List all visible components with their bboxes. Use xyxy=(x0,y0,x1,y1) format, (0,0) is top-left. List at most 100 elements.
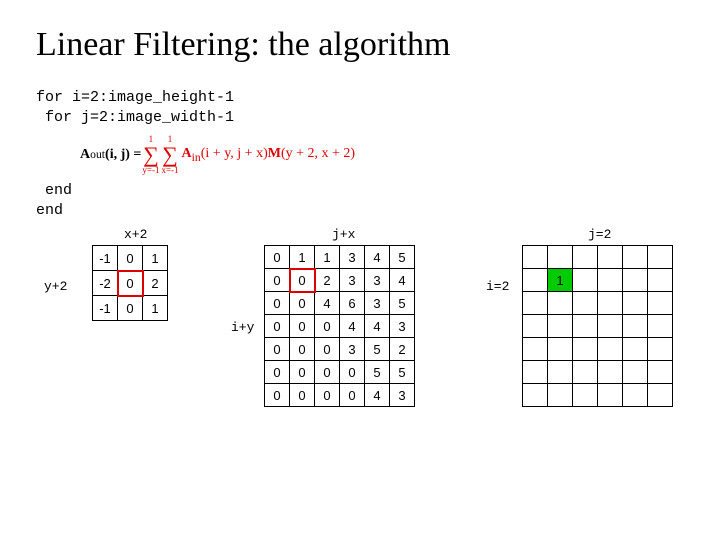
code-line-3: end xyxy=(36,182,72,199)
output-cell xyxy=(648,292,673,315)
image-cell: 4 xyxy=(365,315,390,338)
output-cell xyxy=(573,269,598,292)
output-cell xyxy=(648,361,673,384)
image-cell: 0 xyxy=(290,384,315,407)
kernel-grid: -101 -202 -101 xyxy=(92,245,168,321)
image-cell: 4 xyxy=(390,269,415,292)
kernel-cell: 1 xyxy=(143,246,168,271)
output-cell xyxy=(623,315,648,338)
image-cell: 3 xyxy=(340,246,365,269)
image-cell: 0 xyxy=(265,361,290,384)
output-cell xyxy=(523,292,548,315)
output-cell xyxy=(648,246,673,269)
image-cell: 5 xyxy=(365,361,390,384)
image-cell: 0 xyxy=(265,292,290,315)
output-cell xyxy=(598,315,623,338)
output-cell xyxy=(573,338,598,361)
output-cell xyxy=(623,269,648,292)
sum-y: 1 ∑ y=-1 xyxy=(142,135,159,175)
label-x-plus-2: x+2 xyxy=(124,227,147,242)
formula: Aout(i, j) = 1 ∑ y=-1 1 ∑ x=-1 Ain(i + y… xyxy=(80,131,684,179)
output-cell xyxy=(523,269,548,292)
output-cell xyxy=(523,246,548,269)
output-cell xyxy=(598,246,623,269)
output-cell: 1 xyxy=(548,269,573,292)
output-cell xyxy=(548,338,573,361)
image-cell: 4 xyxy=(315,292,340,315)
image-cell: 3 xyxy=(365,292,390,315)
image-cell: 3 xyxy=(390,315,415,338)
sum-y-bot: y=-1 xyxy=(142,166,159,175)
slide: Linear Filtering: the algorithm for i=2:… xyxy=(0,0,720,540)
code-end: end end xyxy=(36,181,684,222)
image-cell: 5 xyxy=(390,246,415,269)
kernel-cell: 0 xyxy=(118,271,143,296)
image-cell: 0 xyxy=(290,361,315,384)
output-cell xyxy=(523,338,548,361)
image-cell: 0 xyxy=(340,361,365,384)
formula-sums: 1 ∑ y=-1 1 ∑ x=-1 xyxy=(141,135,179,175)
image-cell: 5 xyxy=(390,292,415,315)
label-i-eq-2: i=2 xyxy=(486,279,509,294)
kernel-cell: 0 xyxy=(118,246,143,271)
formula-lhs-args: (i, j) = xyxy=(105,147,141,163)
sum-x-bot: x=-1 xyxy=(161,166,178,175)
formula-lhs-sub: out xyxy=(90,148,105,161)
image-cell: 0 xyxy=(290,292,315,315)
output-cell xyxy=(573,361,598,384)
output-cell xyxy=(598,269,623,292)
output-cell xyxy=(548,292,573,315)
kernel-cell: -1 xyxy=(93,246,118,271)
image-cell: 5 xyxy=(365,338,390,361)
output-cell xyxy=(623,246,648,269)
output-cell xyxy=(598,292,623,315)
rhs-A-args: (i + y, j + x) xyxy=(201,146,268,161)
output-cell xyxy=(548,361,573,384)
output-cell xyxy=(523,384,548,407)
image-cell: 2 xyxy=(315,269,340,292)
rhs-M-args: (y + 2, x + 2) xyxy=(281,146,355,161)
output-cell xyxy=(548,315,573,338)
image-cell: 0 xyxy=(315,338,340,361)
output-cell xyxy=(573,292,598,315)
label-i-plus-y: i+y xyxy=(231,320,254,335)
rhs-A: A xyxy=(182,146,192,161)
image-cell: 0 xyxy=(315,361,340,384)
code-line-2: for j=2:image_width-1 xyxy=(36,109,234,126)
image-cell: 3 xyxy=(340,269,365,292)
kernel-cell: -2 xyxy=(93,271,118,296)
rhs-A-sub: in xyxy=(192,150,201,163)
image-cell: 0 xyxy=(315,315,340,338)
image-cell: 0 xyxy=(265,246,290,269)
output-cell xyxy=(523,315,548,338)
image-cell: 0 xyxy=(340,384,365,407)
kernel-cell: -1 xyxy=(93,296,118,321)
image-cell: 2 xyxy=(390,338,415,361)
label-j-eq-2: j=2 xyxy=(588,227,611,242)
image-cell: 4 xyxy=(340,315,365,338)
output-cell xyxy=(548,384,573,407)
diagram-area: x+2 y+2 -101-202-101 j+x i+y 01134500233… xyxy=(36,227,684,487)
output-grid: 1 xyxy=(522,245,673,407)
output-cell xyxy=(648,338,673,361)
label-y-plus-2: y+2 xyxy=(44,279,67,294)
output-cell xyxy=(623,292,648,315)
output-cell xyxy=(648,384,673,407)
page-title: Linear Filtering: the algorithm xyxy=(36,26,684,64)
rhs-M: M xyxy=(268,146,281,161)
code-line-1: for i=2:image_height-1 xyxy=(36,89,234,106)
image-cell: 5 xyxy=(390,361,415,384)
kernel-cell: 0 xyxy=(118,296,143,321)
image-cell: 4 xyxy=(365,246,390,269)
image-cell: 6 xyxy=(340,292,365,315)
image-cell: 0 xyxy=(290,338,315,361)
output-cell xyxy=(573,246,598,269)
kernel-cell: 1 xyxy=(143,296,168,321)
output-cell xyxy=(648,315,673,338)
image-cell: 0 xyxy=(290,315,315,338)
image-cell: 0 xyxy=(265,384,290,407)
image-cell: 3 xyxy=(390,384,415,407)
sigma-icon: ∑ xyxy=(143,144,159,166)
output-cell xyxy=(548,246,573,269)
kernel-cell: 2 xyxy=(143,271,168,296)
